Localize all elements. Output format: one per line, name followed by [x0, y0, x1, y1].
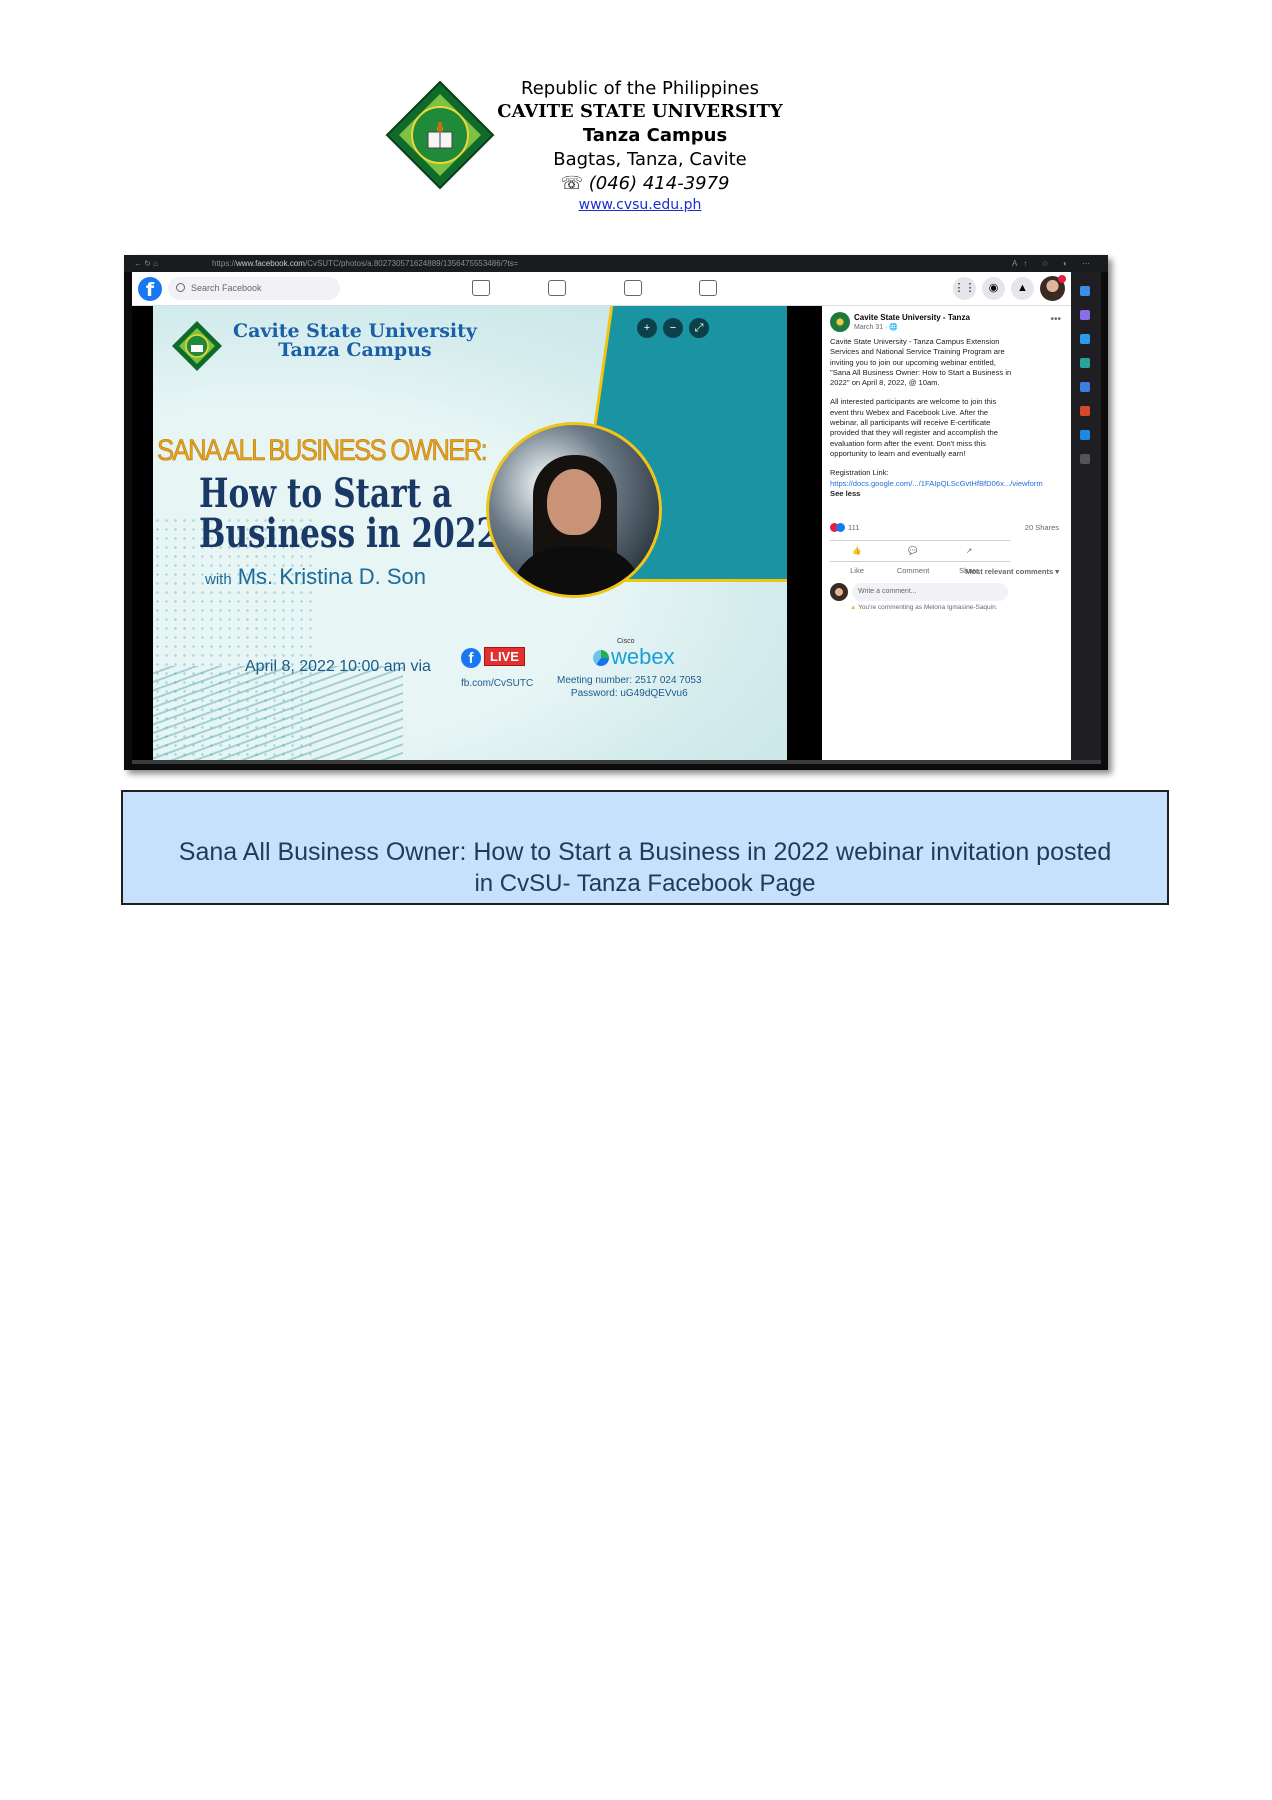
webinar-poster-image: Cavite State University Tanza Campus SAN…: [153, 306, 787, 760]
poster-university-name: Cavite State University Tanza Campus: [233, 320, 477, 361]
facebook-top-bar: f Search Facebook ⋮⋮ ◉ ▲: [132, 272, 1071, 306]
facebook-search-input[interactable]: Search Facebook: [168, 277, 340, 300]
sidebar-games-icon[interactable]: [1080, 430, 1090, 440]
more-options-icon[interactable]: •••: [1050, 314, 1061, 325]
university-seal-logo: [385, 80, 495, 190]
messenger-icon[interactable]: ◉: [982, 277, 1005, 300]
sidebar-add-icon[interactable]: [1080, 454, 1090, 464]
sidebar-search-icon[interactable]: [1080, 286, 1090, 296]
share-count[interactable]: 20 Shares: [1025, 523, 1059, 532]
registration-label: Registration Link:: [830, 468, 889, 478]
facebook-live-logo-icon: f: [461, 648, 481, 668]
warning-icon: ▲: [850, 604, 857, 611]
browser-sidebar: [1071, 272, 1101, 762]
sidebar-shopping-icon[interactable]: [1080, 358, 1090, 368]
like-reaction-icon: [836, 523, 845, 532]
letterhead-university: CAVITE STATE UNIVERSITY: [497, 101, 783, 122]
post-paragraph: All interested participants are welcome …: [830, 397, 998, 458]
commenting-as-notice: ▲ You're commenting as Melona Igmasine-S…: [850, 604, 998, 611]
poster-speaker: with Ms. Kristina D. Son: [205, 564, 426, 589]
page-name[interactable]: Cavite State University - Tanza: [854, 313, 970, 322]
poster-headline: SANA ALL BUSINESS OWNER:: [157, 434, 488, 468]
like-button[interactable]: 👍 Like: [830, 541, 884, 581]
facebook-logo-icon[interactable]: f: [138, 277, 162, 301]
menu-grid-icon[interactable]: ⋮⋮: [953, 277, 976, 300]
facebook-screenshot: ← ↻ ⌂ https://www.facebook.com/CvSUTC/ph…: [124, 255, 1108, 770]
watch-icon[interactable]: [548, 280, 566, 296]
browser-nav-icons[interactable]: ← ↻ ⌂: [134, 255, 158, 272]
comment-sort-dropdown[interactable]: Most relevant comments ▾: [965, 567, 1059, 576]
letterhead-republic: Republic of the Philippines: [521, 78, 759, 99]
post-body: Cavite State University - Tanza Campus E…: [830, 337, 1043, 499]
poster-date: April 8, 2022 10:00 am via: [245, 658, 431, 675]
caption-line-1: Sana All Business Owner: How to Start a …: [178, 838, 1112, 866]
zoom-out-icon[interactable]: −: [663, 318, 683, 338]
poster-university-logo: [172, 321, 222, 371]
letterhead-address: Bagtas, Tanza, Cavite: [553, 149, 747, 170]
post-panel: Cavite State University - Tanza March 31…: [822, 306, 1071, 762]
photo-viewer: Cavite State University Tanza Campus SAN…: [132, 306, 822, 760]
poster-facebook-url: fb.com/CvSUTC: [461, 678, 534, 689]
browser-address-bar[interactable]: ← ↻ ⌂ https://www.facebook.com/CvSUTC/ph…: [124, 255, 1108, 272]
marketplace-icon[interactable]: [624, 280, 642, 296]
profile-avatar[interactable]: [1040, 275, 1066, 301]
zoom-in-icon[interactable]: +: [637, 318, 657, 338]
registration-link[interactable]: https://docs.google.com/.../1FAIpQLScGvt…: [830, 479, 1043, 488]
live-badge: LIVE: [484, 647, 525, 666]
post-actions: 👍 Like 💬 Comment ↗ Share: [830, 540, 1010, 575]
poster-meeting-info: Meeting number: 2517 024 7053 Password: …: [557, 675, 702, 699]
see-less-link[interactable]: See less: [830, 489, 860, 498]
comment-input[interactable]: Write a comment...: [852, 583, 1008, 601]
gaming-icon[interactable]: [699, 280, 717, 296]
comment-button[interactable]: 💬 Comment: [886, 541, 940, 581]
reaction-count[interactable]: 111: [830, 523, 859, 532]
sidebar-outlook-icon[interactable]: [1080, 406, 1090, 416]
letterhead: Republic of the Philippines CAVITE STATE…: [0, 0, 1272, 230]
sidebar-tools-icon[interactable]: [1080, 310, 1090, 320]
notifications-bell-icon[interactable]: ▲: [1011, 277, 1034, 300]
poster-stripe-pattern: [153, 666, 403, 760]
fullscreen-icon[interactable]: ⤢: [689, 318, 709, 338]
browser-toolbar-icons[interactable]: A↑ ☆ ◐ ⋯: [1012, 255, 1096, 272]
caption-line-2: in CvSU- Tanza Facebook Page: [474, 870, 816, 897]
caption-box: Sana All Business Owner: How to Start a …: [121, 790, 1169, 905]
post-date[interactable]: March 31 · 🌐: [854, 323, 898, 331]
commenter-avatar: [830, 583, 848, 601]
poster-title: How to Start a Business in 2022: [199, 470, 499, 557]
home-icon[interactable]: [472, 280, 490, 296]
notification-dot: [1058, 275, 1066, 283]
sidebar-office-icon[interactable]: [1080, 382, 1090, 392]
speaker-photo: [486, 422, 662, 598]
taskbar-strip: [132, 760, 1101, 764]
letterhead-website-link[interactable]: www.cvsu.edu.ph: [490, 195, 790, 215]
letterhead-campus: Tanza Campus: [582, 125, 728, 146]
browser-url[interactable]: https://www.facebook.com/CvSUTC/photos/a…: [212, 255, 518, 272]
post-paragraph: Cavite State University - Tanza Campus E…: [830, 337, 1012, 388]
page-avatar[interactable]: [830, 312, 850, 332]
letterhead-phone: ☏ (046) 414-3979: [560, 173, 730, 194]
sidebar-collections-icon[interactable]: [1080, 334, 1090, 344]
webex-logo: Cisco webex: [593, 638, 675, 670]
webex-icon: [593, 650, 609, 666]
search-icon: [176, 283, 185, 292]
